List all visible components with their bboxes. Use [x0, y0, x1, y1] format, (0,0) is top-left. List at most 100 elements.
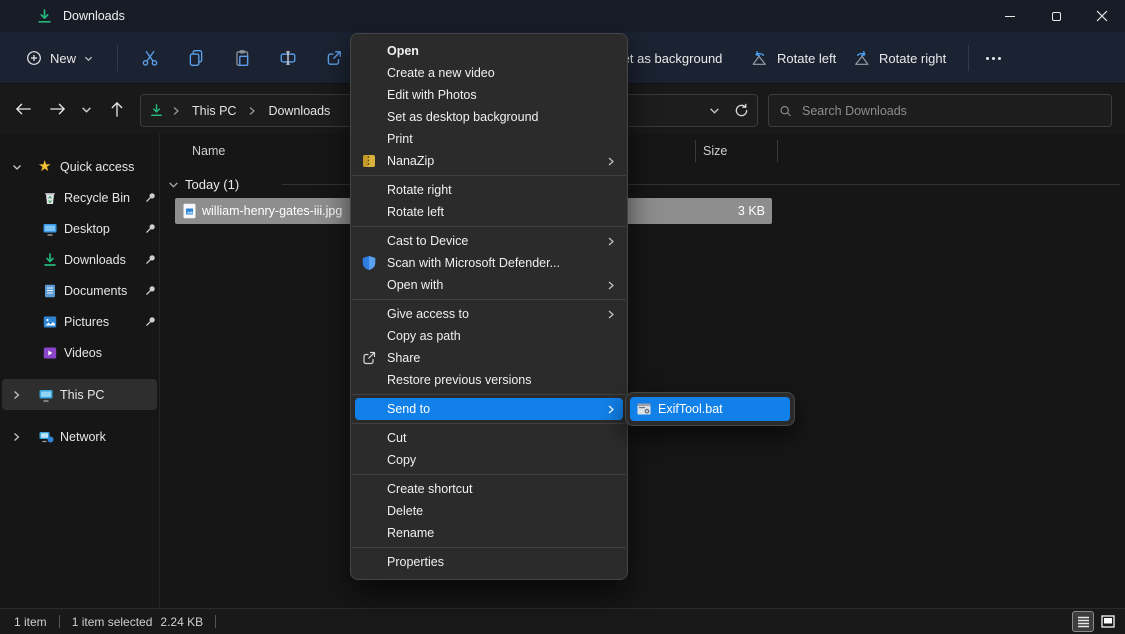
rotate-right-button[interactable]: Rotate right [852, 32, 946, 84]
search-input[interactable] [802, 104, 1101, 118]
copy-button[interactable] [176, 40, 216, 76]
menu-item-rotate-right[interactable]: Rotate right [351, 179, 627, 201]
share-button[interactable] [314, 40, 354, 76]
close-button[interactable] [1079, 0, 1125, 32]
chevron-down-icon [168, 179, 179, 190]
refresh-icon[interactable] [734, 103, 749, 118]
menu-item-copy-as-path[interactable]: Copy as path [351, 325, 627, 347]
large-icons-view-button[interactable] [1097, 611, 1119, 632]
menu-item-restore-previous-versions[interactable]: Restore previous versions [351, 369, 627, 391]
sidebar-item-downloads[interactable]: Downloads [2, 244, 157, 275]
sidebar-item-videos[interactable]: Videos [2, 337, 157, 368]
minimize-icon [1005, 16, 1015, 17]
column-divider[interactable] [695, 140, 696, 162]
sidebar-item-recycle-bin[interactable]: Recycle Bin [2, 182, 157, 213]
sidebar-item-documents[interactable]: Documents [2, 275, 157, 306]
cut-icon [141, 49, 159, 67]
rotate-left-button[interactable]: Rotate left [750, 32, 836, 84]
sidebar-item-pictures[interactable]: Pictures [2, 306, 157, 337]
menu-item-nanazip[interactable]: NanaZip [351, 150, 627, 172]
rotate-left-icon [750, 49, 769, 68]
status-bar: 1 item 1 item selected 2.24 KB [0, 608, 1125, 634]
menu-separator [352, 423, 626, 424]
menu-item-properties[interactable]: Properties [351, 551, 627, 573]
back-button[interactable] [8, 93, 38, 125]
menu-item-open[interactable]: Open [351, 40, 627, 62]
menu-item-share[interactable]: Share [351, 347, 627, 369]
minimize-button[interactable] [987, 0, 1033, 32]
sidebar-item-this-pc[interactable]: This PC [2, 379, 157, 410]
up-button[interactable] [102, 93, 132, 125]
rotate-right-icon [852, 49, 871, 68]
breadcrumb-this-pc[interactable]: This PC [188, 101, 240, 121]
menu-item-rotate-left[interactable]: Rotate left [351, 201, 627, 223]
back-icon [15, 102, 32, 116]
rename-button[interactable] [268, 40, 308, 76]
search-box[interactable] [768, 94, 1112, 127]
chevron-down-icon [12, 162, 22, 172]
sidebar-item-label: Desktop [64, 222, 110, 236]
breadcrumb-downloads[interactable]: Downloads [264, 101, 334, 121]
menu-item-rename[interactable]: Rename [351, 522, 627, 544]
column-header-size[interactable]: Size [703, 144, 727, 158]
sidebar-item-label: Network [60, 430, 106, 444]
status-selection-size: 2.24 KB [160, 615, 203, 629]
breadcrumb-chevron-icon [172, 106, 180, 116]
submenu-item-exiftool-bat[interactable]: ExifTool.bat [630, 397, 790, 421]
breadcrumb-chevron-icon [248, 106, 256, 116]
sidebar-item-quick-access[interactable]: ★ Quick access [2, 151, 157, 182]
menu-separator [352, 474, 626, 475]
file-name: william-henry-gates-iii.jpg [202, 204, 342, 218]
downloads-folder-icon [42, 252, 58, 268]
details-view-button[interactable] [1072, 611, 1094, 632]
set-as-background-button[interactable]: Set as background [614, 32, 722, 84]
rename-icon [279, 49, 297, 67]
paste-button[interactable] [222, 40, 262, 76]
menu-item-scan-with-microsoft-defender[interactable]: Scan with Microsoft Defender... [351, 252, 627, 274]
menu-item-set-as-desktop-background[interactable]: Set as desktop background [351, 106, 627, 128]
new-button[interactable]: New [14, 43, 105, 73]
status-divider [215, 615, 216, 628]
forward-button[interactable] [42, 93, 72, 125]
menu-item-cut[interactable]: Cut [351, 427, 627, 449]
menu-item-copy[interactable]: Copy [351, 449, 627, 471]
address-dropdown-icon[interactable] [709, 105, 720, 116]
menu-item-cast-to-device[interactable]: Cast to Device [351, 230, 627, 252]
sidebar-item-desktop[interactable]: Desktop [2, 213, 157, 244]
submenu-arrow-icon [607, 404, 615, 415]
chevron-down-icon [81, 104, 92, 115]
titlebar: Downloads [0, 0, 1125, 32]
sidebar: ★ Quick access Recycle Bin Desktop Downl… [0, 134, 160, 608]
sidebar-item-label: Downloads [64, 253, 126, 267]
menu-item-create-shortcut[interactable]: Create shortcut [351, 478, 627, 500]
column-divider[interactable] [777, 140, 778, 162]
pin-icon [144, 253, 157, 266]
see-more-button[interactable] [986, 32, 1001, 84]
pin-icon [144, 284, 157, 297]
maximize-button[interactable] [1033, 0, 1079, 32]
details-view-icon [1077, 615, 1090, 628]
documents-icon [42, 283, 58, 299]
sidebar-item-network[interactable]: Network [2, 421, 157, 452]
menu-item-edit-with-photos[interactable]: Edit with Photos [351, 84, 627, 106]
submenu-arrow-icon [607, 236, 615, 247]
sidebar-item-label: Quick access [60, 160, 134, 174]
see-more-icon [986, 57, 1001, 60]
cut-button[interactable] [130, 40, 170, 76]
pin-icon [144, 222, 157, 235]
group-header-label: Today (1) [185, 177, 239, 192]
toolbar-divider [968, 45, 969, 71]
downloads-folder-icon [149, 103, 164, 118]
column-header-name[interactable]: Name [192, 144, 225, 158]
menu-item-give-access-to[interactable]: Give access to [351, 303, 627, 325]
menu-item-delete[interactable]: Delete [351, 500, 627, 522]
menu-item-print[interactable]: Print [351, 128, 627, 150]
context-menu: Open Create a new video Edit with Photos… [350, 33, 628, 580]
share-icon [361, 350, 377, 366]
submenu-arrow-icon [607, 156, 615, 167]
menu-item-create-a-new-video[interactable]: Create a new video [351, 62, 627, 84]
menu-item-send-to[interactable]: Send to [355, 398, 623, 420]
menu-item-open-with[interactable]: Open with [351, 274, 627, 296]
recent-locations-button[interactable] [74, 93, 98, 125]
large-icons-view-icon [1101, 615, 1115, 628]
